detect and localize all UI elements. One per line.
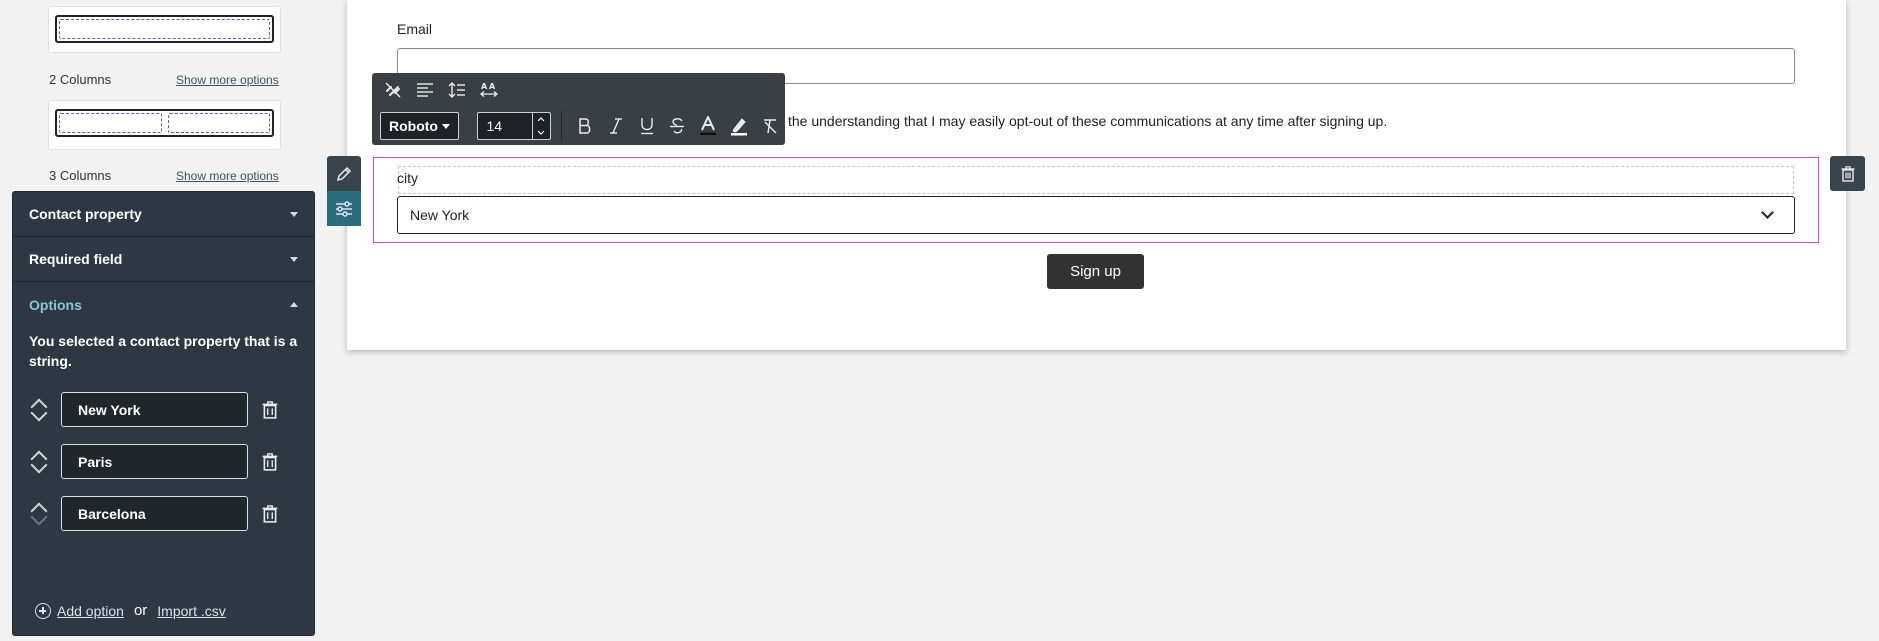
delete-block-button[interactable] xyxy=(1830,156,1865,191)
highlighter-icon xyxy=(730,118,747,136)
layout-cell xyxy=(59,113,162,133)
italic-icon xyxy=(609,118,622,134)
pencil-icon xyxy=(336,166,352,181)
svg-text:A: A xyxy=(489,82,496,91)
option-row xyxy=(29,496,278,531)
consent-text: the understanding that I may easily opt-… xyxy=(788,113,1388,129)
option-input[interactable] xyxy=(61,496,248,531)
trash-icon[interactable] xyxy=(262,452,278,471)
trash-icon xyxy=(1841,165,1854,182)
chevron-down-icon xyxy=(1761,206,1774,219)
or-text: or xyxy=(133,602,148,619)
show-more-options-link[interactable]: Show more options xyxy=(176,169,279,183)
layout-preview xyxy=(55,109,274,137)
strikethrough-icon xyxy=(670,118,685,134)
underline-icon xyxy=(640,118,653,135)
option-input[interactable] xyxy=(61,392,248,427)
show-more-options-link[interactable]: Show more options xyxy=(176,73,279,87)
bold-button[interactable] xyxy=(570,111,601,141)
reorder-arrows-icon[interactable] xyxy=(29,445,51,479)
underline-button[interactable] xyxy=(631,111,662,141)
sign-up-button[interactable]: Sign up xyxy=(1047,254,1144,289)
line-height-icon xyxy=(448,82,465,98)
email-label: Email xyxy=(397,21,433,37)
block-tools xyxy=(327,156,361,226)
highlight-button[interactable] xyxy=(724,111,755,141)
text-toolbar: A A Roboto 14 xyxy=(372,73,785,145)
import-csv-link[interactable]: Import .csv xyxy=(157,603,225,619)
align-left-icon xyxy=(417,83,433,97)
chevron-down-icon xyxy=(537,130,545,135)
accordion-options[interactable]: Options xyxy=(13,282,314,327)
letter-spacing-button[interactable]: A A xyxy=(478,79,500,101)
two-columns-card[interactable] xyxy=(48,100,281,150)
clear-format-button[interactable] xyxy=(754,111,785,141)
form-canvas: Email the understanding that I may easil… xyxy=(347,0,1846,350)
bold-icon xyxy=(579,118,591,134)
layout-cell xyxy=(59,19,270,39)
settings-button[interactable] xyxy=(327,191,361,226)
layout-preview xyxy=(55,15,274,43)
edit-button[interactable] xyxy=(327,156,361,191)
text-color-button[interactable] xyxy=(693,111,724,141)
font-size-value: 14 xyxy=(486,118,503,134)
option-row xyxy=(29,444,278,479)
font-family-select[interactable]: Roboto xyxy=(380,112,460,140)
caret-down-icon xyxy=(290,211,298,217)
chevron-up-icon xyxy=(537,117,545,122)
three-columns-label: 3 Columns xyxy=(49,168,112,183)
city-label[interactable]: city xyxy=(397,170,418,186)
reorder-arrows-icon[interactable] xyxy=(29,497,51,531)
options-description: You selected a contact property that is … xyxy=(29,333,298,369)
text-color-icon xyxy=(700,116,717,135)
clear-format-icon xyxy=(763,119,777,134)
one-column-card[interactable] xyxy=(48,6,281,53)
city-select-value: New York xyxy=(410,207,470,223)
layout-cell xyxy=(167,113,270,133)
accordion-label: Contact property xyxy=(29,206,142,222)
unlink-button[interactable] xyxy=(382,79,404,101)
caret-down-icon xyxy=(290,256,298,262)
city-label-outline xyxy=(398,166,1794,194)
sliders-icon xyxy=(336,200,352,217)
align-button[interactable] xyxy=(414,79,436,101)
add-option-link[interactable]: Add option xyxy=(57,603,124,619)
reorder-arrows-icon[interactable] xyxy=(29,393,51,427)
letter-spacing-icon: A A xyxy=(480,82,498,97)
field-settings-panel: Contact property Required field Options … xyxy=(12,191,315,636)
accordion-label: Options xyxy=(29,296,82,313)
option-row xyxy=(29,392,278,427)
two-columns-label: 2 Columns xyxy=(49,72,112,87)
font-size-stepper[interactable] xyxy=(531,113,550,139)
svg-text:A: A xyxy=(481,82,488,91)
option-input[interactable] xyxy=(61,444,248,479)
trash-icon[interactable] xyxy=(262,400,278,419)
plus-circle-icon[interactable] xyxy=(35,602,51,619)
font-size-input[interactable]: 14 xyxy=(477,112,551,140)
add-option-row: Add option or Import .csv xyxy=(35,602,226,619)
unlink-icon xyxy=(385,82,401,98)
toolbar-divider xyxy=(560,111,562,141)
strikethrough-button[interactable] xyxy=(662,111,693,141)
caret-down-icon xyxy=(442,123,451,129)
city-select[interactable]: New York xyxy=(397,196,1795,234)
trash-icon[interactable] xyxy=(262,504,278,523)
accordion-label: Required field xyxy=(29,251,123,267)
font-family-value: Roboto xyxy=(389,118,438,134)
accordion-required-field[interactable]: Required field xyxy=(13,237,314,282)
accordion-contact-property[interactable]: Contact property xyxy=(13,192,314,237)
line-height-button[interactable] xyxy=(446,79,468,101)
caret-up-icon xyxy=(290,302,298,307)
italic-button[interactable] xyxy=(601,111,632,141)
